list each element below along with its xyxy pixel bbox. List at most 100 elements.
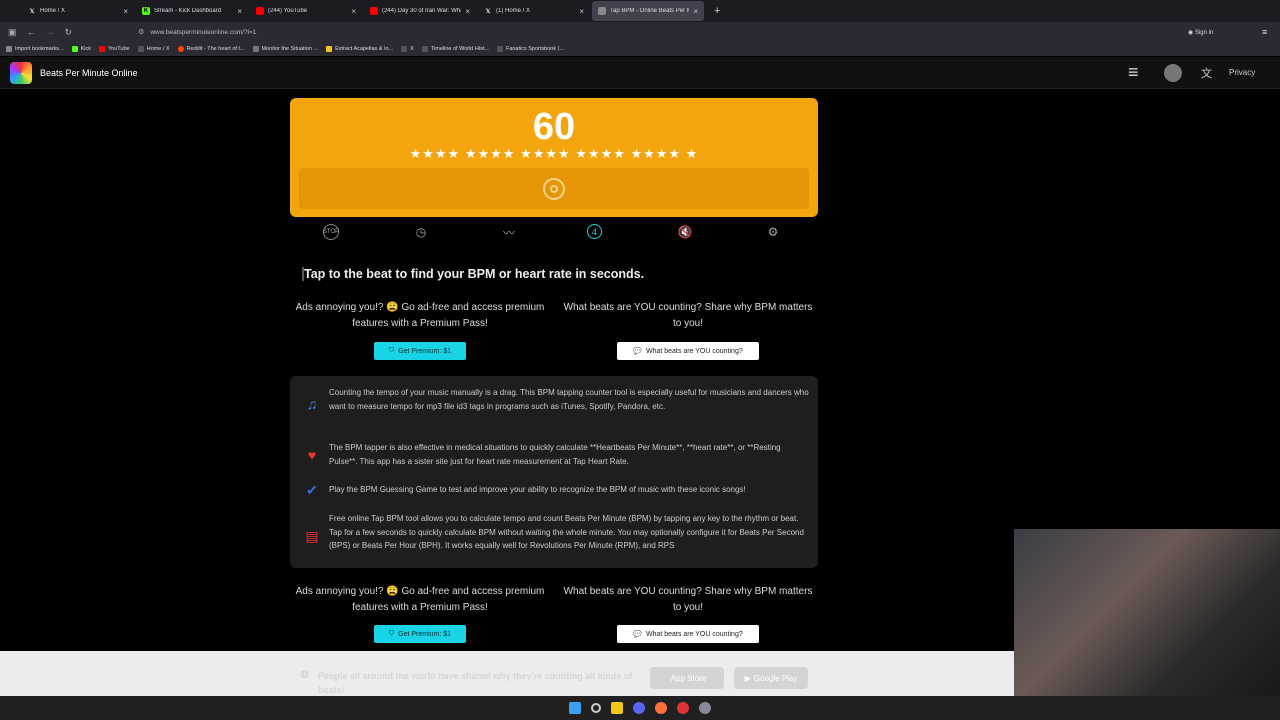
sign-in-button[interactable]: ◉ Sign in bbox=[1188, 29, 1213, 36]
import-icon bbox=[6, 46, 12, 52]
menu-icon[interactable]: ≡ bbox=[1262, 27, 1267, 37]
premium-cta: Ads annoying you!? 😩 Go ad-free and acce… bbox=[290, 584, 550, 616]
comment-icon: 💬 bbox=[633, 348, 642, 355]
close-icon[interactable]: × bbox=[237, 7, 242, 16]
site-logo[interactable] bbox=[10, 61, 32, 84]
x-icon bbox=[137, 46, 144, 52]
tab-label: (1) Home / X bbox=[496, 8, 531, 14]
cta-section-bottom: Ads annoying you!? 😩 Go ad-free and acce… bbox=[290, 584, 818, 654]
tab-label: Tap BPM - Online Beats Per Mi bbox=[610, 8, 690, 14]
sign-in-label: Sign in bbox=[1194, 29, 1214, 36]
bookmark-label: X bbox=[410, 46, 414, 52]
settings-icon[interactable]: ⚙ bbox=[763, 222, 783, 242]
bookmark-item[interactable]: Monitor the Situation ... bbox=[252, 46, 318, 52]
site-title[interactable]: Beats Per Minute Online bbox=[40, 68, 138, 78]
share-cta-line: What beats are YOU counting? Share why B… bbox=[563, 302, 813, 313]
tap-button[interactable] bbox=[299, 168, 809, 209]
globe-icon bbox=[252, 46, 259, 52]
close-icon[interactable]: × bbox=[123, 7, 128, 16]
heart-plus-icon: ♥ bbox=[307, 447, 317, 463]
site-info-icon[interactable]: ⚙ bbox=[138, 28, 144, 36]
bookmark-label: Extract Acapellas & In... bbox=[335, 46, 394, 52]
firefox-icon[interactable] bbox=[655, 702, 667, 714]
file-explorer-icon[interactable] bbox=[611, 702, 623, 714]
mute-icon[interactable]: 🔇 bbox=[675, 222, 695, 242]
google-play-button[interactable]: ▶ Google Play bbox=[734, 667, 808, 689]
discord-icon[interactable] bbox=[633, 702, 645, 714]
tab-home-x[interactable]: 𝕏 Home / X × bbox=[22, 1, 134, 21]
beat-stars: ★★★★ ★★★★ ★★★★ ★★★★ ★★★★ ★ bbox=[409, 146, 699, 161]
bookmark-label: Kick bbox=[80, 46, 91, 52]
close-icon[interactable]: × bbox=[465, 7, 470, 16]
notebook-icon: ▤ bbox=[305, 527, 319, 544]
bookmark-item[interactable]: Reddit - The heart of t... bbox=[177, 46, 245, 52]
bpm-tap-pad[interactable]: 60 ★★★★ ★★★★ ★★★★ ★★★★ ★★★★ ★ bbox=[290, 98, 818, 217]
close-icon[interactable]: × bbox=[693, 7, 698, 16]
chart-icon[interactable]: 〰 bbox=[499, 222, 519, 242]
bookmark-item[interactable]: Extract Acapellas & In... bbox=[326, 46, 393, 52]
back-icon[interactable]: ← bbox=[27, 27, 36, 37]
forward-icon[interactable]: → bbox=[46, 27, 55, 37]
tab-kick[interactable]: K Stream - Kick Dashboard × bbox=[136, 1, 248, 21]
x-icon: 𝕏 bbox=[29, 8, 35, 15]
controls-row: STOP ◷ 〰 4 🔇 ⚙ bbox=[290, 222, 818, 242]
globe-icon: ◍ bbox=[300, 669, 309, 680]
close-icon[interactable]: × bbox=[351, 7, 356, 16]
premium-cta-line: Ads annoying you!? 😩 Go ad-free and acce… bbox=[295, 586, 545, 597]
bookmark-label: Fanatics Sportsbook (... bbox=[505, 46, 565, 52]
what-beats-label: What beats are YOU counting? bbox=[645, 630, 743, 638]
account-icon[interactable] bbox=[1164, 63, 1182, 82]
bookmark-label: YouTube bbox=[108, 46, 130, 52]
shield-icon: ⛉ bbox=[388, 630, 395, 637]
youtube-icon bbox=[370, 7, 378, 15]
four-beat-icon[interactable]: 4 bbox=[587, 224, 602, 239]
check-icon: ✔ bbox=[306, 481, 318, 498]
settings-app-icon[interactable] bbox=[699, 702, 711, 714]
bookmark-item[interactable]: Import bookmarks... bbox=[6, 46, 64, 52]
youtube-icon bbox=[99, 46, 105, 52]
what-beats-button[interactable]: 💬 What beats are YOU counting? bbox=[617, 342, 759, 360]
tab-home-x-2[interactable]: 𝕏 (1) Home / X × bbox=[478, 1, 590, 21]
clock-icon[interactable]: ◷ bbox=[411, 222, 431, 242]
app-store-button[interactable]: App Store bbox=[650, 667, 724, 689]
sidebar-icon[interactable]: ▣ bbox=[8, 27, 17, 38]
tab-tap-bpm[interactable]: Tap BPM - Online Beats Per Mi × bbox=[592, 1, 704, 21]
bookmark-item[interactable]: YouTube bbox=[99, 46, 130, 52]
reload-icon[interactable]: ↻ bbox=[65, 27, 73, 38]
hamburger-menu-icon[interactable]: ≡ bbox=[1128, 62, 1139, 83]
bookmark-item[interactable]: Home / X bbox=[137, 46, 170, 52]
what-beats-button[interactable]: 💬 What beats are YOU counting? bbox=[617, 625, 759, 643]
x-icon: 𝕏 bbox=[485, 8, 491, 15]
get-premium-button[interactable]: ⛉ Get Premium: $1 bbox=[374, 625, 466, 643]
bookmark-item[interactable]: Fanatics Sportsbook (... bbox=[496, 46, 565, 52]
privacy-link[interactable]: Privacy bbox=[1229, 68, 1255, 77]
close-icon[interactable]: × bbox=[579, 7, 584, 16]
stop-icon[interactable]: STOP bbox=[323, 224, 339, 240]
tab-youtube-video[interactable]: (244) Day 30 of Iran War: What × bbox=[364, 1, 476, 21]
share-cta-line: to you! bbox=[672, 602, 704, 613]
share-cta-line: What beats are YOU counting? Share why B… bbox=[563, 586, 813, 597]
bookmark-item[interactable]: Kick bbox=[71, 46, 91, 52]
cta-section: Ads annoying you!? 😩 Go ad-free and acce… bbox=[290, 300, 818, 370]
search-icon[interactable] bbox=[591, 703, 601, 713]
get-premium-button[interactable]: ⛉ Get Premium: $1 bbox=[374, 342, 466, 360]
premium-cta-line: Ads annoying you!? 😩 Go ad-free and acce… bbox=[295, 302, 545, 313]
info-text: Free online Tap BPM tool allows you to c… bbox=[329, 514, 804, 550]
bpm-icon bbox=[598, 7, 606, 15]
url-bar[interactable]: ⚙ www.beatsperminuteonline.com/?l=1 bbox=[132, 25, 1092, 39]
kick-icon: K bbox=[142, 7, 150, 15]
bookmark-item[interactable]: X bbox=[401, 46, 414, 52]
translate-icon[interactable]: 文 bbox=[1201, 65, 1212, 81]
extract-icon bbox=[326, 46, 333, 52]
share-cta: What beats are YOU counting? Share why B… bbox=[558, 300, 818, 332]
bookmarks-bar: Import bookmarks... Kick YouTube Home / … bbox=[0, 42, 1280, 56]
app-icon[interactable] bbox=[677, 702, 689, 714]
tab-label: (244) Day 30 of Iran War: What bbox=[382, 8, 462, 14]
tab-youtube[interactable]: (244) YouTube × bbox=[250, 1, 362, 21]
new-tab-button[interactable]: + bbox=[714, 5, 720, 17]
x-icon bbox=[421, 46, 428, 52]
tab-label: Home / X bbox=[40, 8, 66, 14]
app-banner: ◍ People all around the world have share… bbox=[0, 651, 1014, 696]
bookmark-item[interactable]: Timeline of World Hist... bbox=[421, 46, 489, 52]
windows-start-icon[interactable] bbox=[569, 702, 581, 714]
